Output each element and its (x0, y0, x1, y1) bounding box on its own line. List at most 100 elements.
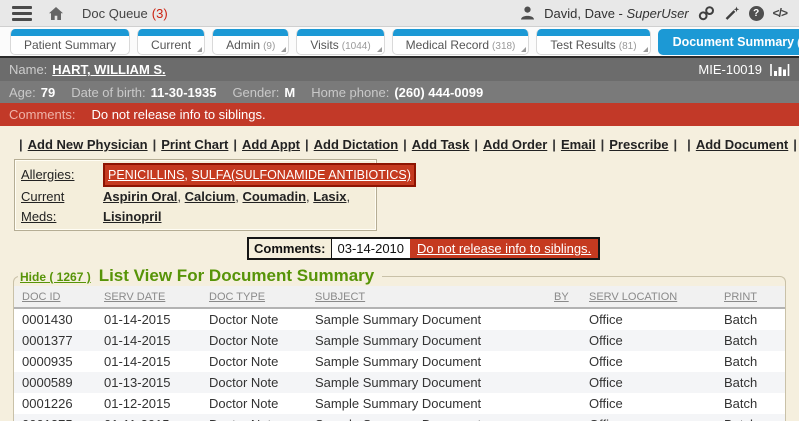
cell: Office (581, 330, 716, 351)
cell: Office (581, 351, 716, 372)
email-link[interactable]: Email (561, 137, 596, 152)
cell: Doctor Note (201, 372, 307, 393)
tab-accent-strip (11, 29, 129, 36)
tab-accent-strip (297, 29, 383, 36)
separator: | (674, 137, 678, 152)
comment-note-link[interactable]: Do not release info to siblings. (410, 239, 598, 258)
tab-test-results[interactable]: Test Results(81) (536, 29, 650, 55)
tab-accent-strip (138, 29, 204, 36)
top-bar: Doc Queue (3) David, Dave - SuperUser ? … (0, 0, 799, 27)
document-row[interactable]: 000122601-12-2015Doctor NoteSample Summa… (14, 393, 785, 414)
cell: Office (581, 372, 716, 393)
allergy-list: PENICILLINS, SULFA(SULFONAMIDE ANTIBIOTI… (103, 163, 416, 187)
cell: 01-11-2015 (96, 414, 201, 421)
column-header-by[interactable]: BY (546, 286, 581, 308)
add-appt-link[interactable]: Add Appt (242, 137, 300, 152)
medication-link[interactable]: Coumadin (242, 189, 306, 204)
separator: | (403, 137, 407, 152)
allergies-label[interactable]: Allergies: (21, 165, 103, 185)
comment-strip: Comments: 03-14-2010 Do not release info… (247, 237, 600, 260)
cell: Sample Summary Document (307, 330, 546, 351)
tab-visits[interactable]: Visits(1044) (296, 29, 384, 55)
cell (546, 308, 581, 330)
tab-label: Admin(9) (213, 36, 288, 52)
column-header-doc-id[interactable]: DOC ID (14, 286, 96, 308)
separator: | (305, 137, 309, 152)
cell: 01-14-2015 (96, 330, 201, 351)
cell: 01-14-2015 (96, 351, 201, 372)
hide-link[interactable]: Hide ( 1267 ) (20, 270, 91, 284)
cell: 0001375 (14, 414, 96, 421)
add-dictation-link[interactable]: Add Dictation (314, 137, 399, 152)
separator: | (552, 137, 556, 152)
chart-stats-icon[interactable] (770, 63, 790, 77)
tab-patient-summary[interactable]: Patient Summary (10, 29, 130, 55)
phone-label: Home phone: (311, 85, 389, 100)
allergy-item[interactable]: PENICILLINS (108, 168, 184, 182)
tab-label: Test Results(81) (537, 36, 649, 52)
cell: 0001377 (14, 330, 96, 351)
tab-current[interactable]: Current (137, 29, 205, 55)
cell: Doctor Note (201, 351, 307, 372)
gender-value: M (284, 85, 295, 100)
cell: Batch (716, 351, 785, 372)
cell: Office (581, 308, 716, 330)
dob-value: 11-30-1935 (151, 85, 217, 100)
column-header-serv-location[interactable]: SERV LOCATION (581, 286, 716, 308)
user-icon (520, 6, 535, 20)
cell (546, 372, 581, 393)
tab-label: Document Summary(1267) (659, 35, 799, 49)
tab-medical-record[interactable]: Medical Record(318) (392, 29, 530, 55)
medication-link[interactable]: Lasix (313, 189, 346, 204)
document-summary-section: Hide ( 1267 ) List View For Document Sum… (13, 266, 786, 421)
menu-icon[interactable] (12, 6, 32, 21)
column-header-subject[interactable]: SUBJECT (307, 286, 546, 308)
cell: 0001226 (14, 393, 96, 414)
add-new-physician-link[interactable]: Add New Physician (28, 137, 148, 152)
tab-accent-strip (537, 29, 649, 36)
medication-link[interactable]: Calcium (185, 189, 236, 204)
wand-icon[interactable] (724, 6, 740, 21)
comments-value: Do not release info to siblings. (91, 107, 265, 122)
tab-count: (81) (619, 41, 637, 52)
user-name[interactable]: David, Dave - SuperUser (544, 6, 689, 21)
tab-label: Current (138, 36, 204, 52)
cell (546, 414, 581, 421)
tab-count: (9) (263, 41, 275, 52)
add-task-link[interactable]: Add Task (412, 137, 470, 152)
column-header-print[interactable]: PRINT (716, 286, 785, 308)
medication-link[interactable]: Lisinopril (103, 209, 162, 224)
cell: Doctor Note (201, 414, 307, 421)
print-chart-link[interactable]: Print Chart (161, 137, 228, 152)
add-document-link[interactable]: Add Document (696, 137, 788, 152)
separator: | (233, 137, 237, 152)
column-header-doc-type[interactable]: DOC TYPE (201, 286, 307, 308)
home-icon[interactable] (48, 6, 64, 21)
link-icon[interactable] (698, 6, 715, 21)
patient-name-link[interactable]: HART, WILLIAM S. (52, 62, 165, 77)
tab-admin[interactable]: Admin(9) (212, 29, 289, 55)
document-row[interactable]: 000143001-14-2015Doctor NoteSample Summa… (14, 308, 785, 330)
document-row[interactable]: 000137501-11-2015Doctor NoteSample Summa… (14, 414, 785, 421)
document-table: DOC IDSERV DATEDOC TYPESUBJECTBYSERV LOC… (14, 286, 785, 421)
document-row[interactable]: 000058901-13-2015Doctor NoteSample Summa… (14, 372, 785, 393)
queue-title[interactable]: Doc Queue (82, 6, 148, 21)
tab-accent-strip (393, 29, 529, 36)
document-row[interactable]: 000137701-14-2015Doctor NoteSample Summa… (14, 330, 785, 351)
current-meds-label[interactable]: Current Meds: (21, 187, 103, 227)
cell: Sample Summary Document (307, 372, 546, 393)
prescribe-link[interactable]: Prescribe (609, 137, 668, 152)
medication-link[interactable]: Aspirin Oral (103, 189, 177, 204)
add-order-link[interactable]: Add Order (483, 137, 547, 152)
help-icon[interactable]: ? (749, 6, 764, 21)
cell: 01-14-2015 (96, 308, 201, 330)
tab-document-summary[interactable]: Document Summary(1267) (658, 29, 799, 55)
tab-label: Visits(1044) (297, 36, 383, 52)
document-row[interactable]: 000093501-14-2015Doctor NoteSample Summa… (14, 351, 785, 372)
cell: Sample Summary Document (307, 351, 546, 372)
column-header-serv-date[interactable]: SERV DATE (96, 286, 201, 308)
cell: Doctor Note (201, 308, 307, 330)
allergy-item[interactable]: SULFA(SULFONAMIDE ANTIBIOTICS) (191, 168, 410, 182)
code-icon[interactable]: </> (773, 6, 787, 20)
cell: Office (581, 393, 716, 414)
